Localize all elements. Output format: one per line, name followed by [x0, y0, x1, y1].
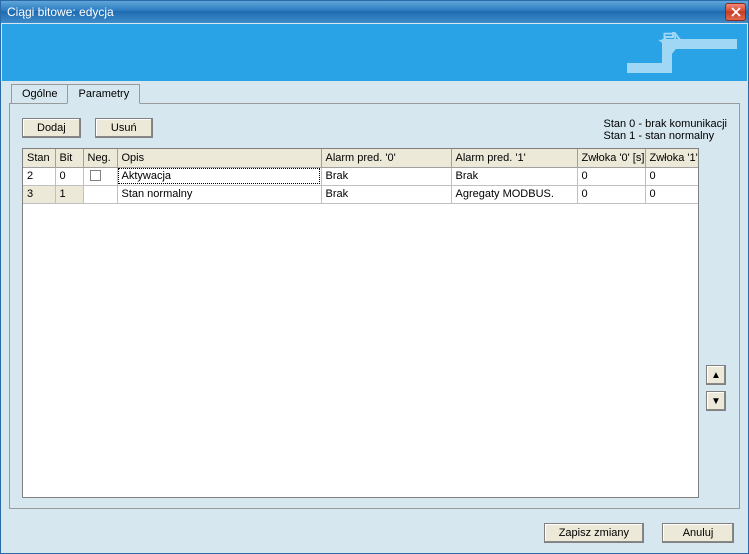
cell-neg[interactable]: [83, 185, 117, 203]
triangle-up-icon: ▲: [711, 370, 721, 381]
legend-line-1: Stan 1 - stan normalny: [604, 130, 728, 142]
toolbar-row: Dodaj Usuń Stan 0 - brak komunikacji Sta…: [22, 118, 727, 142]
checkbox-icon[interactable]: [90, 170, 101, 181]
tabstrip: Ogólne Parametry: [1, 81, 748, 103]
triangle-down-icon: ▼: [711, 396, 721, 407]
table-row[interactable]: 2 0 Aktywacja Brak Brak 0 0: [23, 167, 699, 185]
cell-stan[interactable]: 2: [23, 167, 55, 185]
col-bit[interactable]: Bit: [55, 149, 83, 167]
close-icon: [731, 7, 741, 17]
footer: Zapisz zmiany Anuluj: [1, 515, 748, 553]
tab-general[interactable]: Ogólne: [11, 84, 68, 104]
table-row[interactable]: 3 1 Stan normalny Brak Agregaty MODBUS. …: [23, 185, 699, 203]
remove-button[interactable]: Usuń: [95, 118, 153, 138]
col-alarm0[interactable]: Alarm pred. '0': [321, 149, 451, 167]
cell-bit[interactable]: 1: [55, 185, 83, 203]
cell-z0[interactable]: 0: [577, 167, 645, 185]
grid-wrap: Stan Bit Neg. Opis Alarm pred. '0' Alarm…: [22, 148, 727, 498]
reorder-arrows: ▲ ▼: [705, 148, 727, 498]
banner-step-icon: [627, 32, 737, 74]
col-zwloka1[interactable]: Zwłoka '1' [s]: [645, 149, 699, 167]
col-zwloka0[interactable]: Zwłoka '0' [s]: [577, 149, 645, 167]
col-opis[interactable]: Opis: [117, 149, 321, 167]
cell-z0[interactable]: 0: [577, 185, 645, 203]
cell-alarm0[interactable]: Brak: [321, 167, 451, 185]
cell-bit[interactable]: 0: [55, 167, 83, 185]
tab-parametry[interactable]: Parametry: [67, 84, 140, 104]
window-title: Ciągi bitowe: edycja: [7, 5, 114, 19]
params-panel: Dodaj Usuń Stan 0 - brak komunikacji Sta…: [9, 103, 740, 509]
cell-neg[interactable]: [83, 167, 117, 185]
window: Ciągi bitowe: edycja Ogólne Parametry Do…: [0, 0, 749, 554]
banner: [2, 24, 747, 81]
move-down-button[interactable]: ▼: [706, 391, 726, 411]
cell-opis[interactable]: Stan normalny: [117, 185, 321, 203]
header-row: Stan Bit Neg. Opis Alarm pred. '0' Alarm…: [23, 149, 699, 167]
cell-alarm1[interactable]: Agregaty MODBUS.: [451, 185, 577, 203]
legend-line-0: Stan 0 - brak komunikacji: [604, 118, 728, 130]
legend: Stan 0 - brak komunikacji Stan 1 - stan …: [604, 118, 728, 142]
cell-alarm0[interactable]: Brak: [321, 185, 451, 203]
cell-opis[interactable]: Aktywacja: [117, 167, 321, 185]
titlebar: Ciągi bitowe: edycja: [1, 1, 748, 23]
col-stan[interactable]: Stan: [23, 149, 55, 167]
col-neg[interactable]: Neg.: [83, 149, 117, 167]
col-alarm1[interactable]: Alarm pred. '1': [451, 149, 577, 167]
data-grid[interactable]: Stan Bit Neg. Opis Alarm pred. '0' Alarm…: [22, 148, 699, 498]
cell-z1[interactable]: 0: [645, 167, 699, 185]
save-button[interactable]: Zapisz zmiany: [544, 523, 644, 543]
cell-z1[interactable]: 0: [645, 185, 699, 203]
table: Stan Bit Neg. Opis Alarm pred. '0' Alarm…: [23, 149, 699, 204]
cell-alarm1[interactable]: Brak: [451, 167, 577, 185]
close-button[interactable]: [725, 3, 746, 21]
cancel-button[interactable]: Anuluj: [662, 523, 734, 543]
cell-stan[interactable]: 3: [23, 185, 55, 203]
move-up-button[interactable]: ▲: [706, 365, 726, 385]
add-button[interactable]: Dodaj: [22, 118, 81, 138]
button-row: Dodaj Usuń: [22, 118, 153, 138]
